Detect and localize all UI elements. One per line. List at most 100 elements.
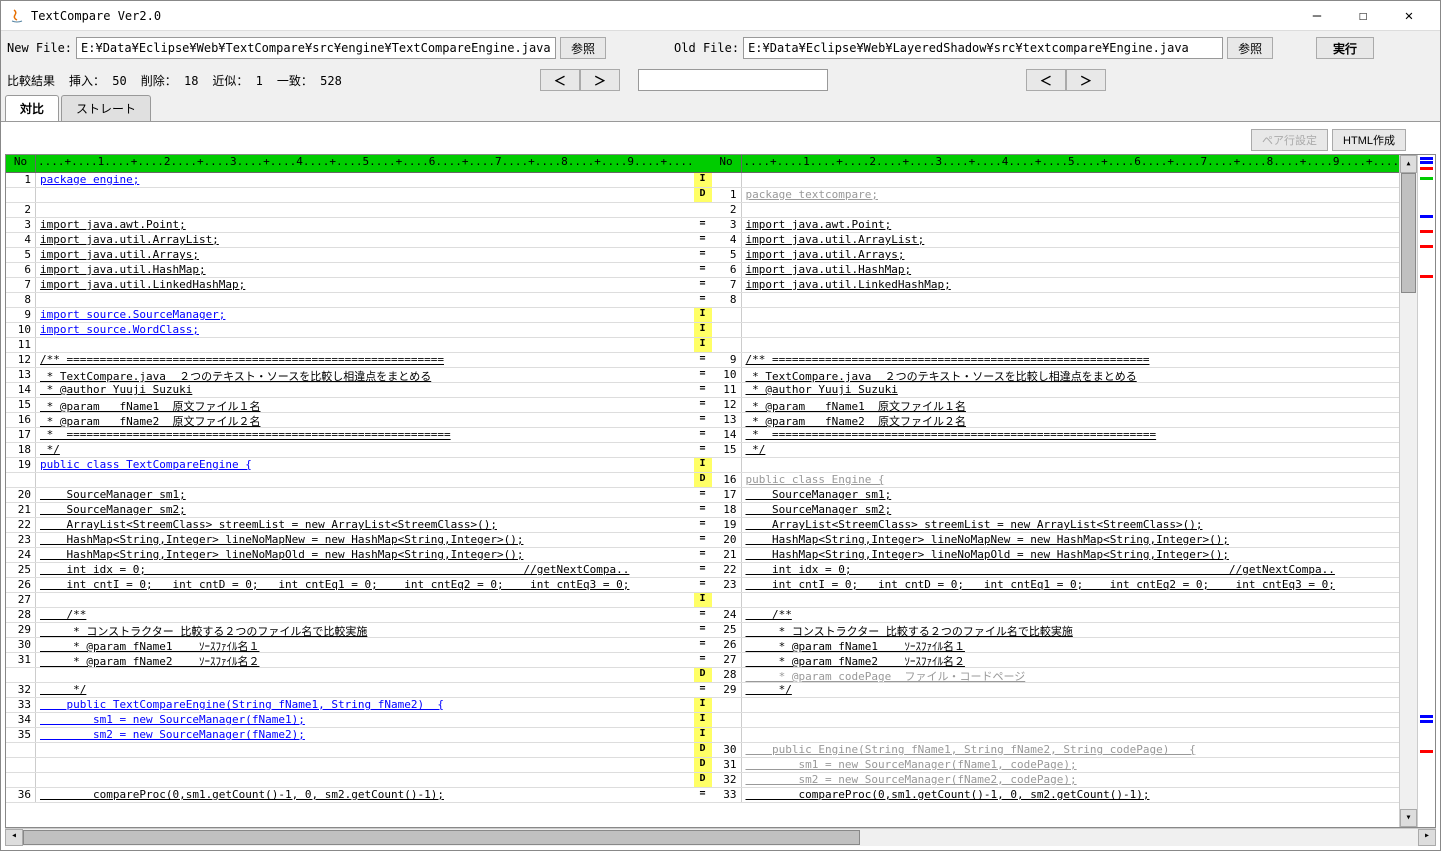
- code-row[interactable]: 29 * コンストラクター 比較する２つのファイル名で比較実施: [6, 623, 694, 638]
- code-row[interactable]: 31 * @param fName2 ｿｰｽﾌｧｲﾙ名２: [6, 653, 694, 668]
- minimap-mark[interactable]: [1420, 275, 1433, 278]
- code-row[interactable]: [712, 173, 1400, 188]
- code-row[interactable]: 34 sm1 = new SourceManager(fName1);: [6, 713, 694, 728]
- code-row[interactable]: 7import java.util.LinkedHashMap;: [6, 278, 694, 293]
- code-row[interactable]: 21 SourceManager sm2;: [6, 503, 694, 518]
- code-row[interactable]: 3import java.awt.Point;: [712, 218, 1400, 233]
- code-row[interactable]: [6, 473, 694, 488]
- minimap-mark[interactable]: [1420, 167, 1433, 170]
- minimap-mark[interactable]: [1420, 715, 1433, 718]
- code-row[interactable]: 15 * @param fName1 原文ファイル１名: [6, 398, 694, 413]
- code-row[interactable]: 11 * @author Yuuji Suzuki: [712, 383, 1400, 398]
- code-row[interactable]: 18 SourceManager sm2;: [712, 503, 1400, 518]
- minimap-mark[interactable]: [1420, 157, 1433, 160]
- minimap-mark[interactable]: [1420, 750, 1433, 753]
- old-file-browse-button[interactable]: 参照: [1227, 37, 1273, 59]
- minimap-mark[interactable]: [1420, 245, 1433, 248]
- code-row[interactable]: 16public class Engine {: [712, 473, 1400, 488]
- code-row[interactable]: 28 * @param codePage ファイル・コードページ: [712, 668, 1400, 683]
- code-row[interactable]: [712, 728, 1400, 743]
- code-row[interactable]: 26 int cntI = 0; int cntD = 0; int cntEq…: [6, 578, 694, 593]
- code-row[interactable]: 1package engine;: [6, 173, 694, 188]
- code-row[interactable]: [6, 758, 694, 773]
- code-row[interactable]: 21 HashMap<String,Integer> lineNoMapOld …: [712, 548, 1400, 563]
- scroll-up-icon[interactable]: ▴: [1400, 155, 1417, 173]
- code-row[interactable]: 26 * @param fName1 ｿｰｽﾌｧｲﾙ名１: [712, 638, 1400, 653]
- new-file-input[interactable]: [76, 37, 556, 59]
- scroll-down-icon[interactable]: ▾: [1400, 809, 1417, 827]
- code-row[interactable]: 20 HashMap<String,Integer> lineNoMapNew …: [712, 533, 1400, 548]
- code-row[interactable]: 27 * @param fName2 ｿｰｽﾌｧｲﾙ名２: [712, 653, 1400, 668]
- code-row[interactable]: 14 * @author Yuuji Suzuki: [6, 383, 694, 398]
- code-row[interactable]: 9/** ===================================…: [712, 353, 1400, 368]
- nav-prev-left-button[interactable]: ＜: [540, 69, 580, 91]
- code-row[interactable]: 31 sm1 = new SourceManager(fName1, codeP…: [712, 758, 1400, 773]
- scroll-left-icon[interactable]: ◂: [5, 829, 23, 846]
- code-row[interactable]: 22 ArrayList<StreemClass> streemList = n…: [6, 518, 694, 533]
- tab-compare[interactable]: 対比: [5, 95, 59, 121]
- execute-button[interactable]: 実行: [1316, 37, 1374, 59]
- code-row[interactable]: 36 compareProc(0,sm1.getCount()-1, 0, sm…: [6, 788, 694, 803]
- code-row[interactable]: [6, 773, 694, 788]
- code-row[interactable]: 32 sm2 = new SourceManager(fName2, codeP…: [712, 773, 1400, 788]
- minimize-button[interactable]: —: [1294, 1, 1340, 31]
- nav-next-left-button[interactable]: ＞: [580, 69, 620, 91]
- code-row[interactable]: 30 public Engine(String fName1, String f…: [712, 743, 1400, 758]
- code-row[interactable]: 15 */: [712, 443, 1400, 458]
- nav-search-left-input[interactable]: [638, 69, 828, 91]
- code-row[interactable]: 25 * コンストラクター 比較する２つのファイル名で比較実施: [712, 623, 1400, 638]
- code-row[interactable]: 12 * @param fName1 原文ファイル１名: [712, 398, 1400, 413]
- code-row[interactable]: 28 /**: [6, 608, 694, 623]
- code-row[interactable]: 5import java.util.Arrays;: [6, 248, 694, 263]
- html-create-button[interactable]: HTML作成: [1332, 129, 1406, 151]
- code-row[interactable]: 7import java.util.LinkedHashMap;: [712, 278, 1400, 293]
- code-row[interactable]: [712, 698, 1400, 713]
- code-row[interactable]: 13 * @param fName2 原文ファイル２名: [712, 413, 1400, 428]
- code-row[interactable]: 23 int cntI = 0; int cntD = 0; int cntEq…: [712, 578, 1400, 593]
- code-row[interactable]: 6import java.util.HashMap;: [6, 263, 694, 278]
- code-row[interactable]: 24 HashMap<String,Integer> lineNoMapOld …: [6, 548, 694, 563]
- code-row[interactable]: 8: [712, 293, 1400, 308]
- code-row[interactable]: 35 sm2 = new SourceManager(fName2);: [6, 728, 694, 743]
- scroll-right-icon[interactable]: ▸: [1418, 829, 1436, 846]
- minimap-mark[interactable]: [1420, 230, 1433, 233]
- minimap-mark[interactable]: [1420, 161, 1433, 164]
- code-row[interactable]: 4import java.util.ArrayList;: [6, 233, 694, 248]
- code-row[interactable]: 1package textcompare;: [712, 188, 1400, 203]
- code-row[interactable]: 19public class TextCompareEngine {: [6, 458, 694, 473]
- code-row[interactable]: [712, 338, 1400, 353]
- code-row[interactable]: 5import java.util.Arrays;: [712, 248, 1400, 263]
- nav-prev-right-button[interactable]: ＜: [1026, 69, 1066, 91]
- code-row[interactable]: [712, 308, 1400, 323]
- code-row[interactable]: 16 * @param fName2 原文ファイル２名: [6, 413, 694, 428]
- code-row[interactable]: 10 * TextCompare.java ２つのテキスト・ソースを比較し相違点…: [712, 368, 1400, 383]
- code-row[interactable]: 33 public TextCompareEngine(String fName…: [6, 698, 694, 713]
- h-scroll-thumb[interactable]: [23, 830, 860, 845]
- code-row[interactable]: 30 * @param fName1 ｿｰｽﾌｧｲﾙ名１: [6, 638, 694, 653]
- minimap-mark[interactable]: [1420, 215, 1433, 218]
- code-row[interactable]: 29 */: [712, 683, 1400, 698]
- code-row[interactable]: 25 int idx = 0; //getNextCompa..: [6, 563, 694, 578]
- code-row[interactable]: [6, 188, 694, 203]
- code-row[interactable]: 32 */: [6, 683, 694, 698]
- code-row[interactable]: 23 HashMap<String,Integer> lineNoMapNew …: [6, 533, 694, 548]
- code-row[interactable]: 4import java.util.ArrayList;: [712, 233, 1400, 248]
- code-row[interactable]: 33 compareProc(0,sm1.getCount()-1, 0, sm…: [712, 788, 1400, 803]
- vertical-scrollbar[interactable]: ▴ ▾: [1399, 155, 1417, 827]
- code-row[interactable]: 8: [6, 293, 694, 308]
- code-row[interactable]: 2: [712, 203, 1400, 218]
- code-row[interactable]: 3import java.awt.Point;: [6, 218, 694, 233]
- code-row[interactable]: 13 * TextCompare.java ２つのテキスト・ソースを比較し相違点…: [6, 368, 694, 383]
- v-scroll-thumb[interactable]: [1401, 173, 1416, 293]
- code-row[interactable]: 19 ArrayList<StreemClass> streemList = n…: [712, 518, 1400, 533]
- code-row[interactable]: [712, 713, 1400, 728]
- code-row[interactable]: 27: [6, 593, 694, 608]
- code-row[interactable]: 18 */: [6, 443, 694, 458]
- code-row[interactable]: [6, 743, 694, 758]
- code-row[interactable]: [712, 593, 1400, 608]
- code-row[interactable]: 20 SourceManager sm1;: [6, 488, 694, 503]
- pair-setting-button[interactable]: ペア行設定: [1251, 129, 1328, 151]
- diff-minimap[interactable]: [1417, 155, 1435, 827]
- code-row[interactable]: 11: [6, 338, 694, 353]
- code-row[interactable]: 2: [6, 203, 694, 218]
